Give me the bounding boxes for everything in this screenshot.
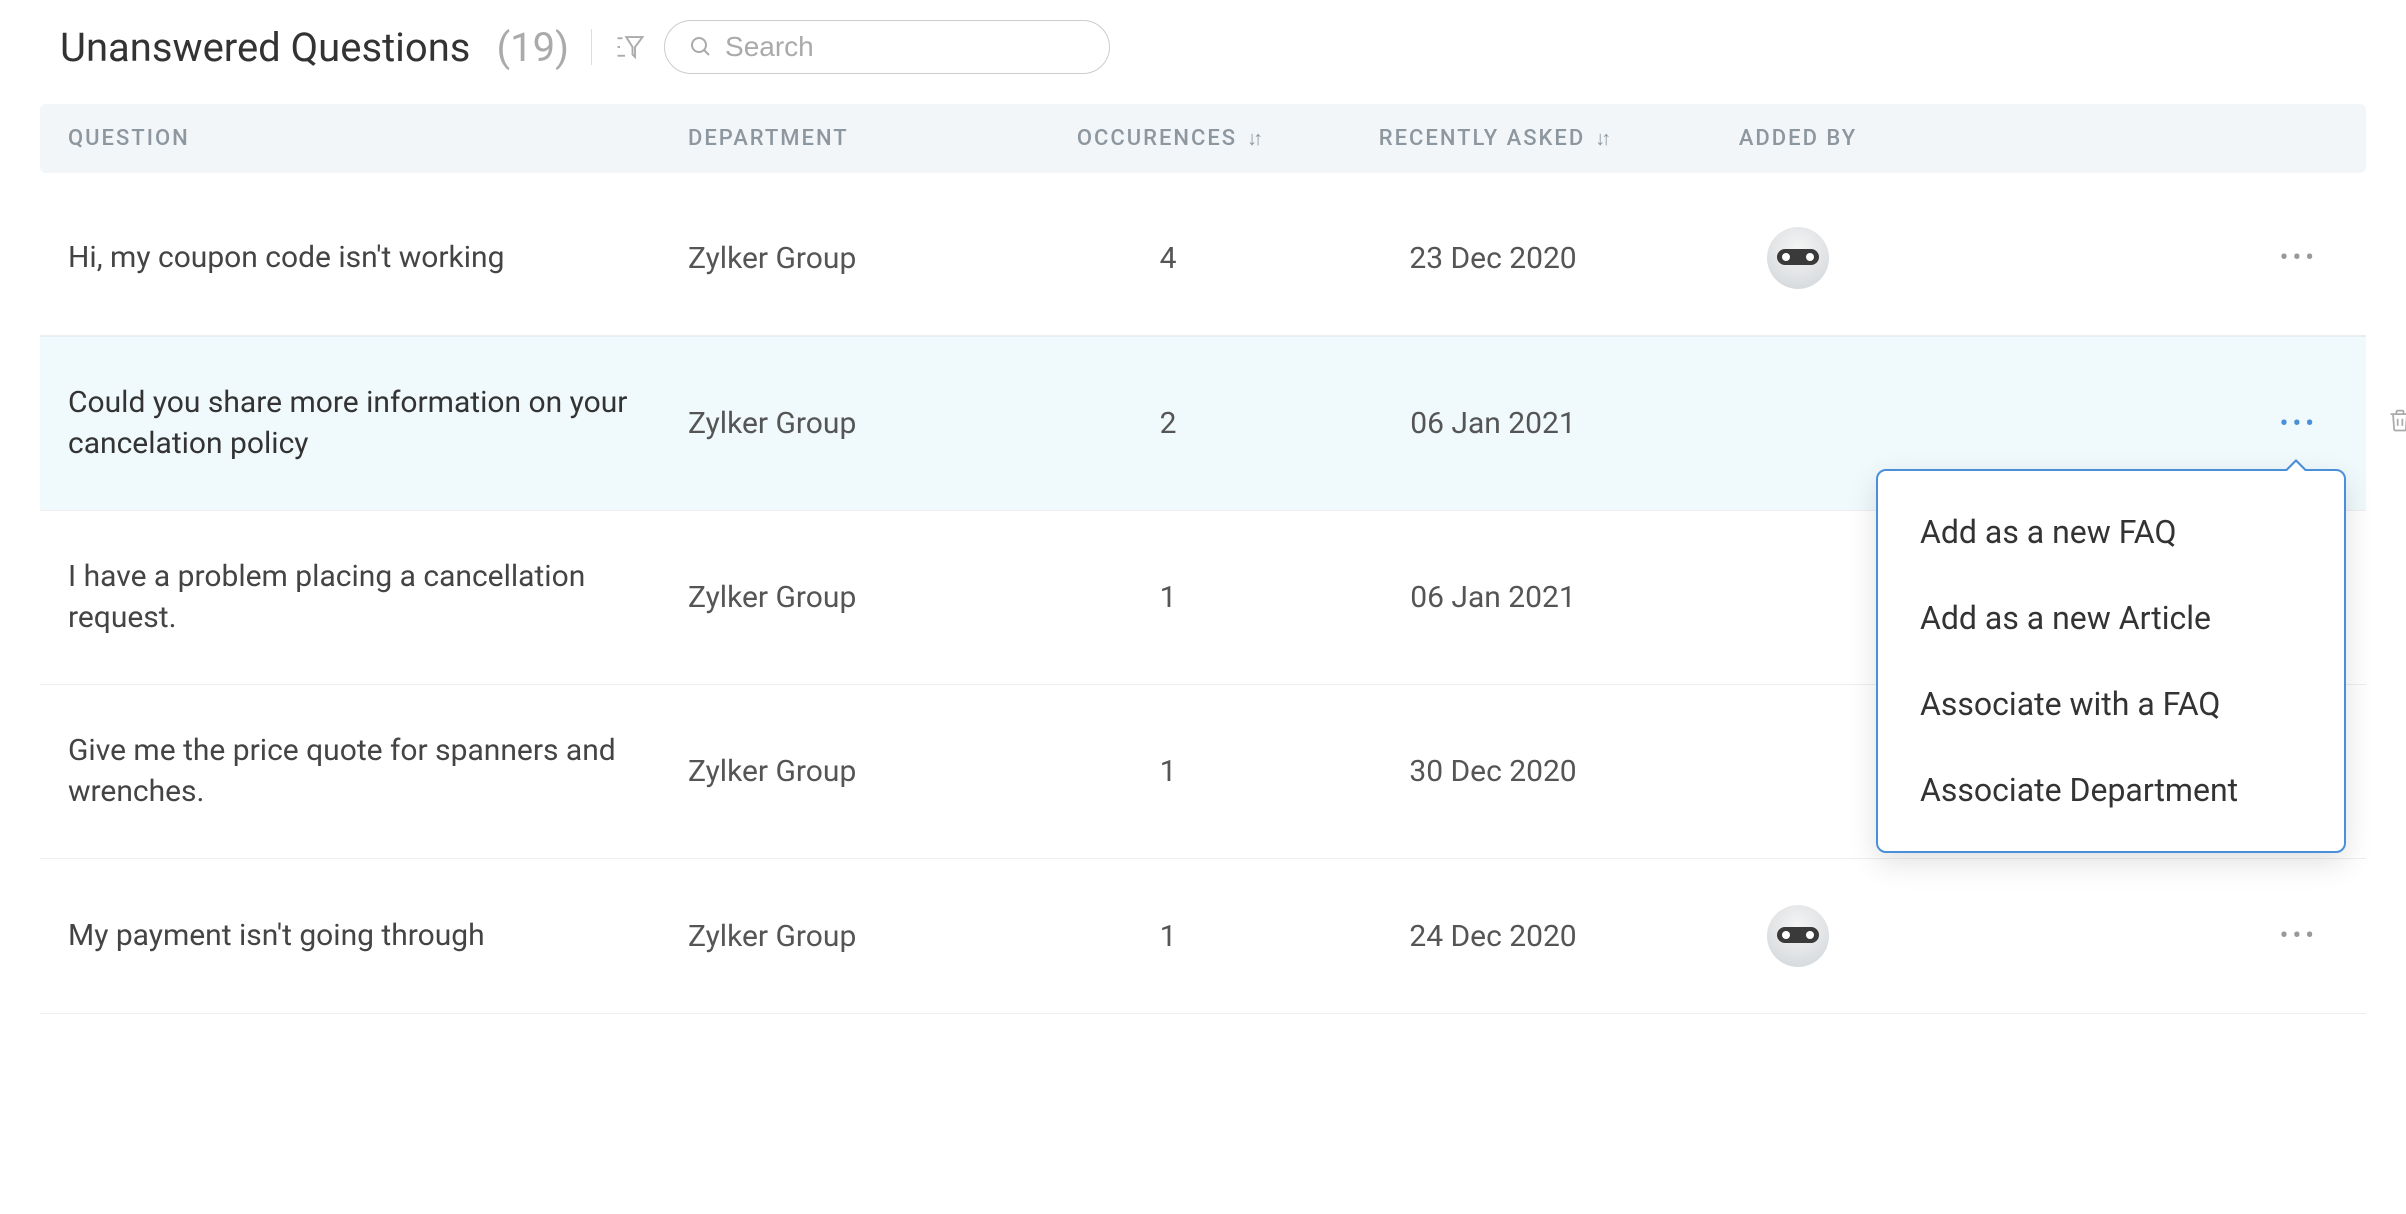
- row-actions: •••Add as a new FAQAdd as a new ArticleA…: [1928, 409, 2338, 439]
- table-header: QUESTION DEPARTMENT OCCURENCES ↓↑ RECENT…: [40, 104, 2366, 173]
- department-cell: Zylker Group: [688, 754, 1018, 789]
- bot-avatar-icon: [1767, 227, 1829, 289]
- page-title: Unanswered Questions: [60, 24, 470, 71]
- col-added-by[interactable]: ADDED BY: [1668, 126, 1928, 151]
- popover-item[interactable]: Associate Department: [1878, 747, 2344, 833]
- question-text: Give me the price quote for spanners and…: [68, 731, 688, 812]
- department-cell: Zylker Group: [688, 919, 1018, 954]
- occurences-cell: 1: [1018, 754, 1318, 789]
- recently-asked-cell: 30 Dec 2020: [1318, 754, 1668, 789]
- bot-avatar-icon: [1767, 905, 1829, 967]
- table-row[interactable]: Hi, my coupon code isn't workingZylker G…: [40, 181, 2366, 336]
- popover-item[interactable]: Associate with a FAQ: [1878, 661, 2344, 747]
- department-cell: Zylker Group: [688, 406, 1018, 441]
- popover-item[interactable]: Add as a new Article: [1878, 575, 2344, 661]
- more-actions-icon[interactable]: •••: [2280, 243, 2318, 273]
- search-box[interactable]: [664, 20, 1110, 74]
- actions-popover: Add as a new FAQAdd as a new ArticleAsso…: [1876, 469, 2346, 853]
- col-occurences[interactable]: OCCURENCES ↓↑: [1018, 126, 1318, 151]
- department-cell: Zylker Group: [688, 241, 1018, 276]
- added-by-cell: [1668, 905, 1928, 967]
- occurences-cell: 2: [1018, 406, 1318, 441]
- added-by-cell: [1668, 227, 1928, 289]
- row-actions: •••: [1928, 921, 2338, 951]
- search-input[interactable]: [725, 31, 1085, 63]
- question-text: My payment isn't going through: [68, 916, 688, 957]
- popover-item[interactable]: Add as a new FAQ: [1878, 489, 2344, 575]
- recently-asked-cell: 24 Dec 2020: [1318, 919, 1668, 954]
- question-text: I have a problem placing a cancellation …: [68, 557, 688, 638]
- sort-icon: ↓↑: [1247, 126, 1259, 151]
- table-row[interactable]: My payment isn't going throughZylker Gro…: [40, 859, 2366, 1014]
- occurences-cell: 1: [1018, 580, 1318, 615]
- department-cell: Zylker Group: [688, 580, 1018, 615]
- recently-asked-cell: 06 Jan 2021: [1318, 406, 1668, 441]
- col-question[interactable]: QUESTION: [68, 126, 688, 151]
- more-actions-icon[interactable]: •••: [2280, 921, 2318, 951]
- filter-icon[interactable]: [614, 31, 646, 63]
- occurences-cell: 1: [1018, 919, 1318, 954]
- col-department[interactable]: DEPARTMENT: [688, 126, 1018, 151]
- search-icon: [689, 35, 713, 59]
- occurences-cell: 4: [1018, 241, 1318, 276]
- row-actions: •••: [1928, 243, 2338, 273]
- more-actions-icon[interactable]: •••: [2280, 409, 2318, 439]
- recently-asked-cell: 23 Dec 2020: [1318, 241, 1668, 276]
- question-text: Could you share more information on your…: [68, 383, 688, 464]
- table-row[interactable]: Could you share more information on your…: [40, 336, 2366, 511]
- page-count: (19): [496, 24, 569, 71]
- col-occurences-label: OCCURENCES: [1077, 126, 1237, 151]
- recently-asked-cell: 06 Jan 2021: [1318, 580, 1668, 615]
- trash-icon[interactable]: [2386, 406, 2406, 442]
- sort-icon: ↓↑: [1595, 126, 1607, 151]
- col-recently-asked-label: RECENTLY ASKED: [1379, 126, 1585, 151]
- divider: [591, 29, 592, 65]
- col-recently-asked[interactable]: RECENTLY ASKED ↓↑: [1318, 126, 1668, 151]
- question-text: Hi, my coupon code isn't working: [68, 238, 688, 279]
